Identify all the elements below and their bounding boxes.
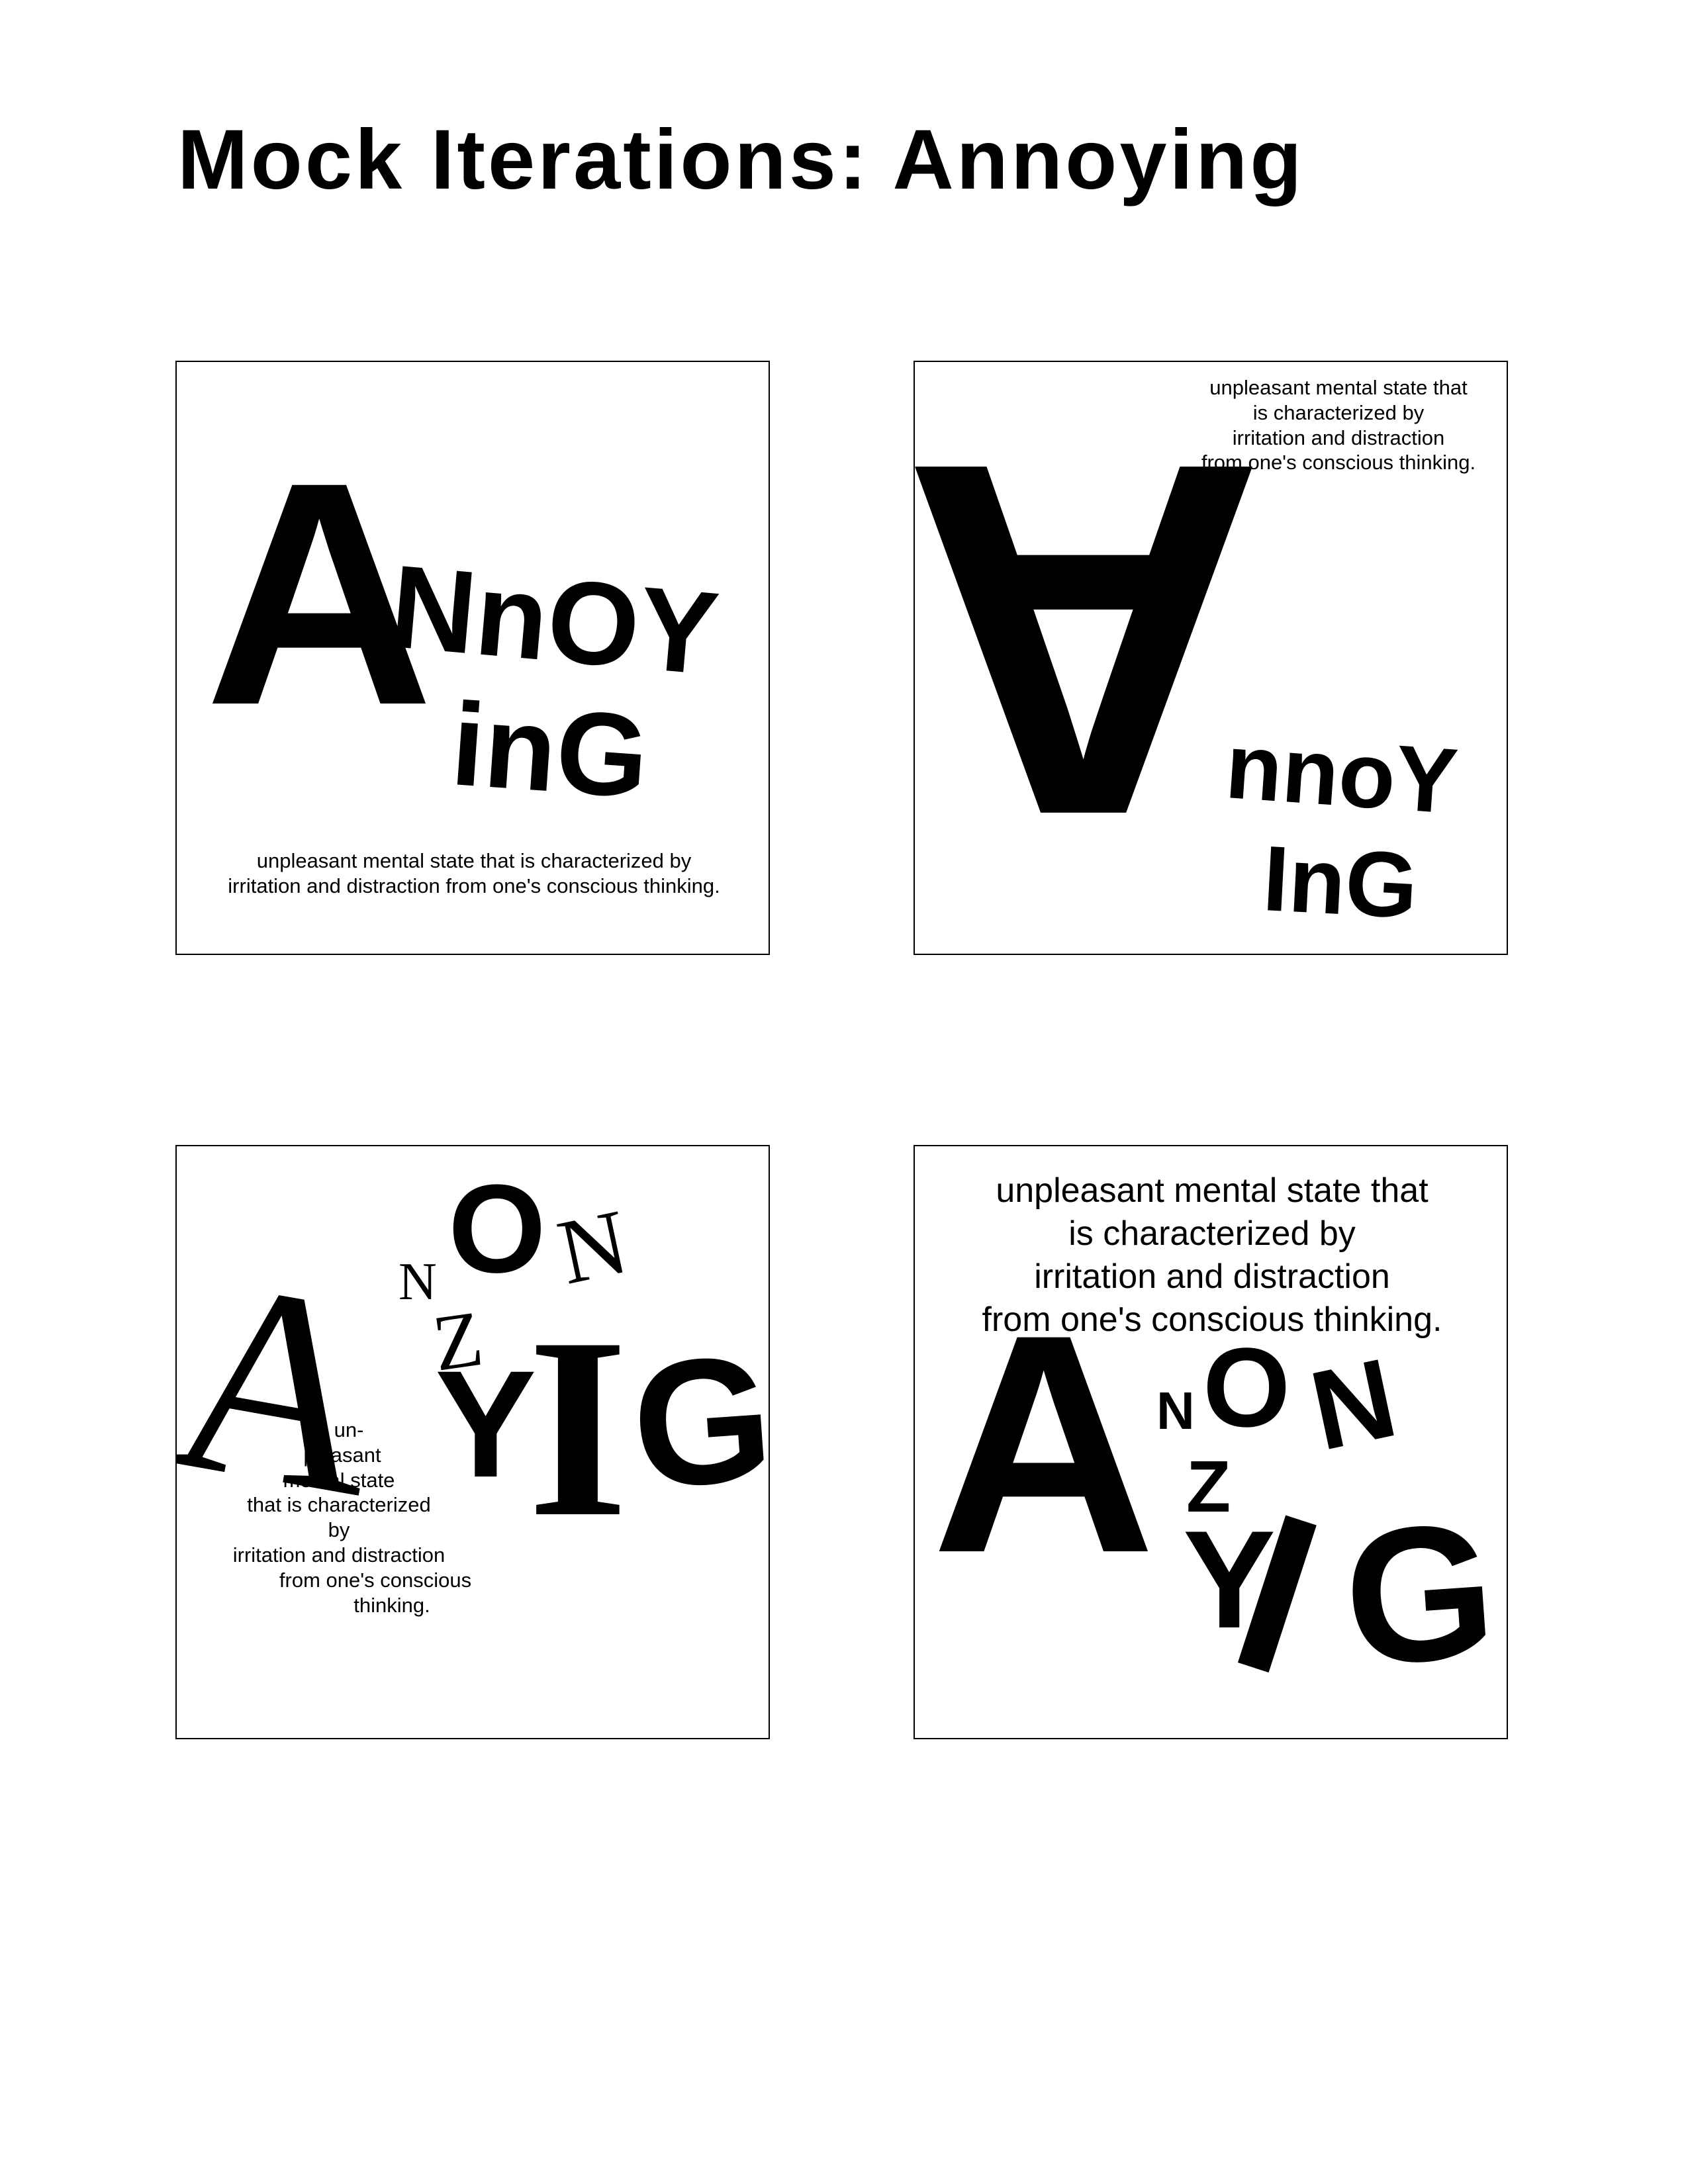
mock-panel-2: unpleasant mental state that is characte… [914,361,1508,955]
word-end: InG [1260,826,1421,938]
definition-line: unpleasant mental state that is characte… [256,849,692,872]
mock-panel-1: A NnOY inG unpleasant mental state that … [175,361,770,955]
letter-g: G [626,1318,770,1527]
letter-o: O [1203,1325,1291,1451]
letter-i: I [528,1285,628,1570]
definition-line: from one's conscious [279,1568,472,1592]
definition-text: unpleasant mental state that is characte… [190,848,758,899]
word-rest: NnOY [385,540,724,700]
word-rest: nnoY [1222,713,1461,834]
word-end: inG [447,678,653,823]
definition-line: pleasant [303,1443,381,1467]
definition-text: un- pleasant mental state that is charac… [197,1418,481,1618]
definition-line: that is characterized [247,1493,431,1517]
inverted-letter-a: A [914,361,1265,921]
definition-line: thinking. [353,1593,430,1617]
letter-n-small: N [1156,1381,1195,1440]
letter-o: O [448,1159,546,1299]
definition-line: is characterized by [1068,1214,1356,1253]
letter-n: N [1300,1334,1407,1475]
definition-line: by [328,1518,350,1542]
definition-line: unpleasant mental state that [996,1171,1429,1210]
letter-g: G [1337,1482,1502,1707]
mock-panel-3: A N O N Z Y I G un- pleasant mental stat… [175,1145,770,1739]
definition-line: irritation and distraction from one's co… [228,874,720,897]
definition-line: irritation and distraction [232,1543,445,1567]
letter-a: A [931,1270,1156,1617]
page-title: Mock Iterations: Annoying [177,113,1305,207]
definition-line: mental state [283,1468,395,1492]
mock-panel-4: unpleasant mental state that is characte… [914,1145,1508,1739]
definition-line: un- [334,1418,364,1441]
